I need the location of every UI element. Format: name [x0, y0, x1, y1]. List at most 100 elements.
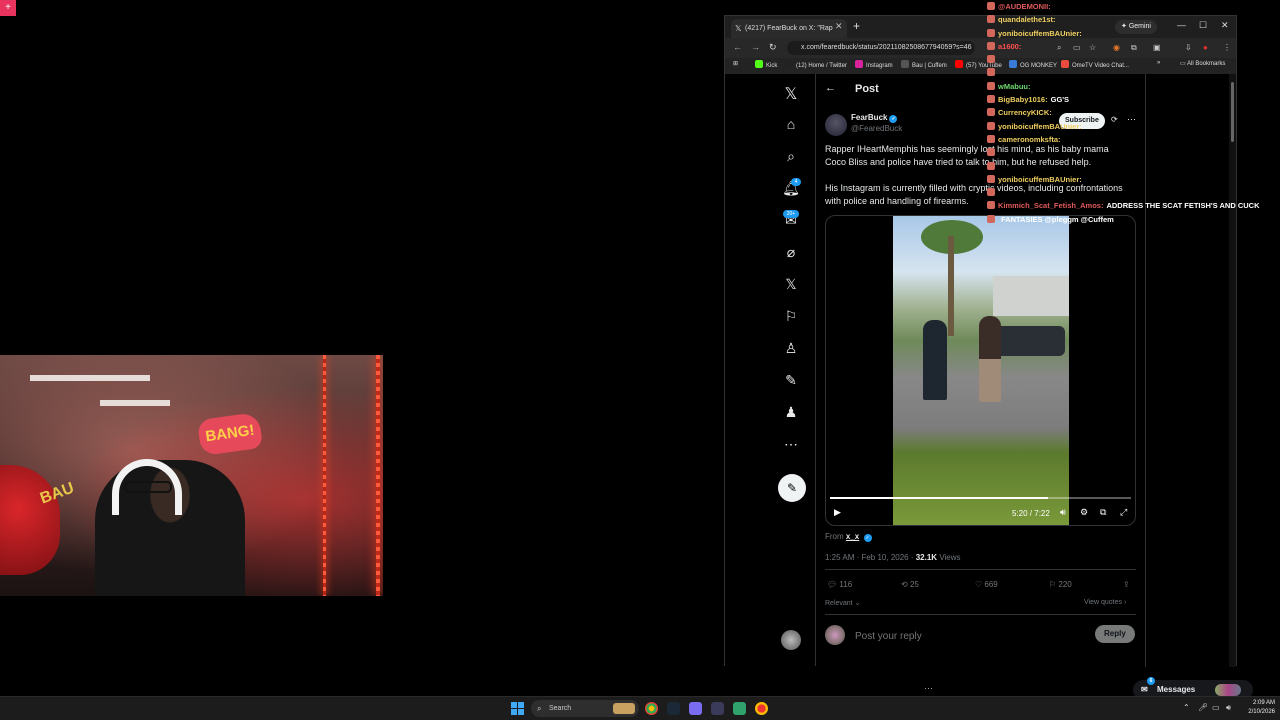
chat-username[interactable]: CurrencyKICK:	[998, 108, 1052, 117]
url-field[interactable]: x.com/fearedbuck/status/2021108250867794…	[787, 41, 975, 55]
premium-icon[interactable]: 𝕏	[781, 276, 801, 293]
fullscreen-icon[interactable]: ⤢	[1120, 507, 1127, 518]
back-button[interactable]: ←	[733, 42, 742, 52]
search-icon: ⌕	[537, 704, 542, 713]
steam-icon[interactable]	[667, 702, 680, 715]
from-label: From	[825, 532, 844, 541]
app-icon[interactable]	[733, 702, 746, 715]
url-text: x.com/fearedbuck/status/2021108250867794…	[801, 44, 972, 51]
mic-icon[interactable]: 🎤︎	[1198, 703, 1208, 712]
chat-message: quandalethe1st:	[985, 13, 1280, 26]
post-time[interactable]: 1:25 AM · Feb 10, 2026 ·	[825, 553, 914, 562]
more-icon[interactable]: ⋯	[781, 436, 801, 453]
profile-icon[interactable]: ♟	[781, 404, 801, 421]
volume-icon[interactable]: 🔊︎	[1060, 507, 1066, 518]
chat-message: wMabuu:	[985, 80, 1280, 93]
lists-icon[interactable]: ✎	[781, 372, 801, 389]
app-icon[interactable]	[711, 702, 724, 715]
like-stat[interactable]: ♡ 669	[975, 580, 998, 589]
volume-icon[interactable]: 🔊︎	[1226, 703, 1231, 713]
settings-icon[interactable]: ⚙	[1080, 507, 1088, 518]
back-arrow-icon[interactable]: ←	[825, 82, 836, 94]
chat-username[interactable]: cameronomksfta:	[998, 135, 1061, 144]
chat-username[interactable]: quandalethe1st:	[998, 15, 1056, 24]
apps-icon[interactable]: ⊞	[733, 60, 738, 67]
glasses	[124, 481, 172, 493]
chat-badge-icon	[987, 55, 995, 64]
new-tab-button[interactable]: +	[853, 19, 860, 33]
video-progress-bar[interactable]	[830, 497, 1131, 499]
account-avatar[interactable]	[781, 630, 801, 650]
chrome-icon[interactable]	[755, 702, 768, 715]
play-icon[interactable]: ▶	[834, 507, 841, 518]
bookmark-kick[interactable]: Kick	[755, 60, 777, 69]
share-icon[interactable]: ⇪	[1123, 580, 1130, 589]
palm-trunk	[948, 236, 954, 336]
clock-time: 2:09 AM	[1252, 700, 1275, 706]
search-highlight-icon	[613, 703, 635, 714]
chat-username[interactable]: @AUDEMONII:	[998, 2, 1051, 11]
taskbar-search[interactable]: ⌕ Search	[531, 700, 639, 717]
x-logo-icon: 𝕏	[735, 24, 742, 33]
jobs-icon[interactable]: ♙	[781, 340, 801, 357]
browser-tab[interactable]: 𝕏 (4217) FearBuck on X: "Rap	[731, 19, 847, 38]
explore-icon[interactable]: ⌕	[781, 148, 801, 165]
bookmark-label: (12) Home / Twitter	[796, 63, 847, 69]
tray-overflow-icon[interactable]: ⌃	[1183, 703, 1190, 712]
windows-start-icon[interactable]	[511, 702, 524, 715]
view-quotes-link[interactable]: View quotes ›	[1084, 599, 1126, 606]
bookmark-twitter[interactable]: (12) Home / Twitter	[785, 60, 847, 69]
chrome-icon[interactable]	[645, 702, 658, 715]
x-logo-icon[interactable]: 𝕏	[781, 84, 801, 104]
bookmarks-icon[interactable]: ⚐	[781, 308, 801, 325]
chat-username[interactable]: wMabuu:	[998, 82, 1031, 91]
chat-username[interactable]: yoniboicuffemBAUnier:	[998, 175, 1082, 184]
bookmark-stat[interactable]: ⚐ 220	[1049, 580, 1072, 589]
discord-icon[interactable]	[689, 702, 702, 715]
pip-icon[interactable]: ⧉	[1100, 507, 1106, 518]
chat-badge-icon	[987, 214, 995, 223]
network-icon[interactable]: ▭	[1212, 703, 1220, 712]
chat-username[interactable]: Kimmich_Scat_Fetish_Amos:	[998, 201, 1103, 210]
chat-message: a1600:	[985, 40, 1280, 53]
chat-message: yoniboicuffemBAUnier:	[985, 173, 1280, 186]
reply-input[interactable]	[853, 630, 1053, 643]
chat-message: cameronomksfta:	[985, 133, 1280, 146]
reload-button[interactable]: ↻	[769, 42, 777, 53]
bottom-bar	[724, 666, 946, 696]
bookmark-bau-cuffem[interactable]: Bau | Cuffem	[901, 60, 947, 69]
author-avatar[interactable]	[825, 114, 847, 136]
compose-post-button[interactable]: ✎	[778, 474, 806, 502]
author-handle[interactable]: @FearedBuck	[851, 124, 902, 133]
bookmark-count: 220	[1058, 580, 1072, 589]
home-icon[interactable]: ⌂	[781, 116, 801, 132]
messages-count-badge: 6	[1147, 677, 1155, 685]
tab-close-icon[interactable]: ✕	[835, 21, 843, 32]
video-frame[interactable]	[893, 216, 1069, 525]
bookmark-instagram[interactable]: Instagram	[855, 60, 893, 69]
reply-button[interactable]: Reply	[1095, 625, 1135, 643]
chat-badge-icon	[987, 41, 995, 50]
chat-badge-icon	[987, 68, 995, 77]
chat-username[interactable]: a1600:	[998, 42, 1021, 51]
chat-badge-icon	[987, 108, 995, 117]
post-meta: 1:25 AM · Feb 10, 2026 · 32.1K Views	[825, 553, 961, 562]
chat-username[interactable]: yoniboicuffemBAUnier:	[998, 122, 1082, 131]
chat-message: Kimmich_Scat_Fetish_Amos: ADDRESS THE SCA…	[985, 199, 1280, 212]
more-icon[interactable]: ⋯	[924, 683, 933, 694]
taskbar-clock[interactable]: 2:09 AM 2/10/2026	[1243, 699, 1275, 717]
chat-username[interactable]: BigBaby1016:	[998, 95, 1048, 104]
stream-overlay-badge: +	[0, 0, 16, 16]
chat-badge-icon	[987, 201, 995, 210]
chat-message	[985, 146, 1280, 159]
source-user-link[interactable]: x_x	[846, 532, 859, 541]
grok-icon[interactable]: ⌀	[781, 244, 801, 261]
reply-stat[interactable]: 💬︎ 116	[827, 580, 852, 589]
forward-button[interactable]: →	[751, 42, 760, 52]
chat-username[interactable]: yoniboicuffemBAUnier:	[998, 29, 1082, 38]
sort-replies-dropdown[interactable]: Relevant ⌄	[825, 599, 860, 607]
chat-badge-icon	[987, 174, 995, 183]
repost-stat[interactable]: ⟲ 25	[901, 580, 919, 589]
author-name[interactable]: FearBuck ✓	[851, 113, 898, 123]
video-player[interactable]: ▶ 5:20 / 7:22 🔊︎ ⚙ ⧉ ⤢	[825, 215, 1136, 526]
